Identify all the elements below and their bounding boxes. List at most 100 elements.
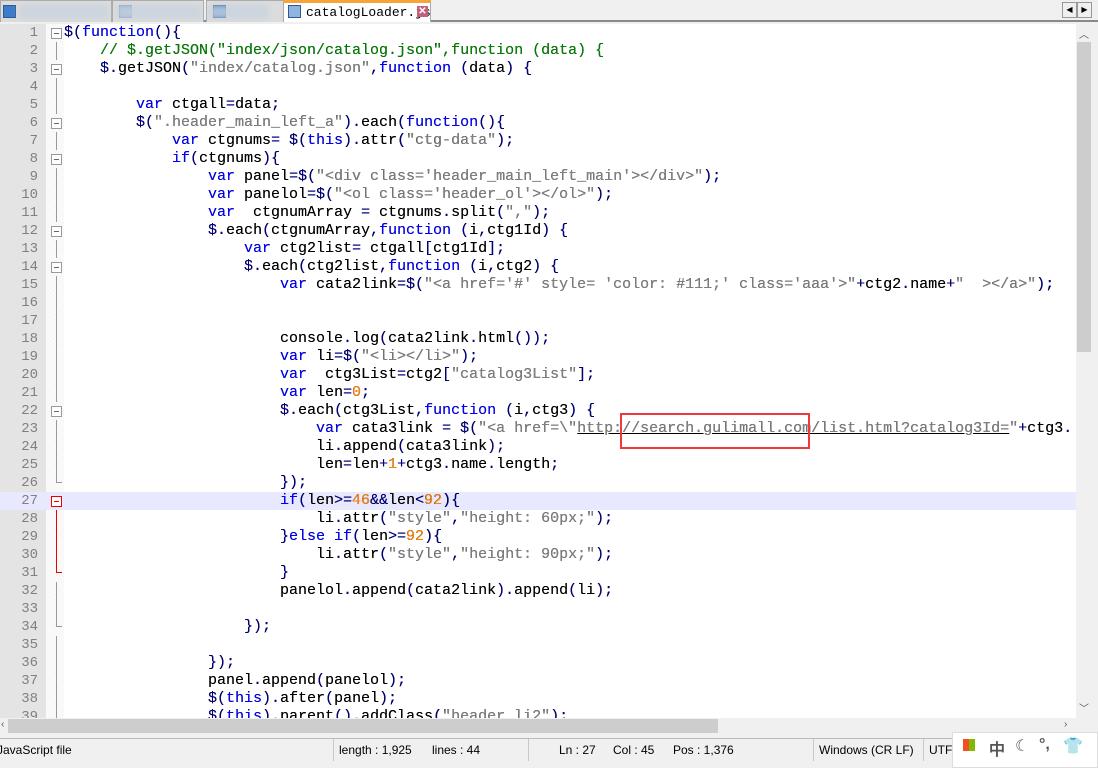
line-number: 25	[21, 457, 38, 473]
punctuation-icon[interactable]: °,	[1039, 736, 1050, 754]
fold-toggle-icon[interactable]	[51, 226, 62, 237]
tab-scroll-left-button[interactable]: ◀	[1062, 2, 1077, 18]
code-text: $(".header_main_left_a").each(function()…	[64, 114, 506, 131]
code-line[interactable]: 16	[0, 294, 1076, 312]
code-text: var ctgnumArray = ctgnums.split(",");	[64, 204, 551, 221]
line-number: 21	[21, 385, 38, 401]
line-number: 9	[29, 169, 38, 185]
code-line[interactable]: 3 $.getJSON("index/catalog.json",functio…	[0, 60, 1076, 78]
code-text: });	[64, 654, 236, 671]
line-number: 2	[29, 43, 38, 59]
line-number: 13	[21, 241, 38, 257]
code-text: var panel=$("<div class='header_main_lef…	[64, 168, 722, 185]
horizontal-scroll-thumb[interactable]	[8, 719, 718, 733]
fold-toggle-icon[interactable]	[51, 496, 62, 507]
line-number: 34	[21, 619, 38, 635]
code-line[interactable]: 23 var cata3link = $("<a href=\"http://s…	[0, 420, 1076, 438]
code-line[interactable]: 17	[0, 312, 1076, 330]
chinese-input-icon[interactable]: 中	[989, 736, 1005, 760]
scroll-left-icon[interactable]: ‹	[1, 719, 4, 730]
code-line[interactable]: 39 $(this).parent().addClass("header_li2…	[0, 708, 1076, 718]
code-line[interactable]: 27 if(len>=46&&len<92){ if(len>=46&&len<…	[0, 492, 1076, 510]
code-line[interactable]: 14 $.each(ctg2list,function (i,ctg2) { $…	[0, 258, 1076, 276]
code-line[interactable]: 4	[0, 78, 1076, 96]
scroll-right-icon[interactable]: ›	[1064, 719, 1067, 730]
code-line[interactable]: 29 }else if(len>=92){ }else if(len>=92){	[0, 528, 1076, 546]
code-line[interactable]: 12 $.each(ctgnumArray,function (i,ctg1Id…	[0, 222, 1076, 240]
code-text: $.each(ctg2list,function (i,ctg2) {	[64, 258, 560, 275]
code-line[interactable]: 10 var panelol=$("<ol class='header_ol'>…	[0, 186, 1076, 204]
code-line[interactable]: 15 var cata2link=$("<a href='#' style= '…	[0, 276, 1076, 294]
code-text: }else if(len>=92){	[64, 528, 443, 545]
tab-blurred[interactable]	[0, 0, 112, 22]
line-number: 19	[21, 349, 38, 365]
code-text: li.attr("style","height: 60px;");	[64, 510, 614, 527]
code-line[interactable]: 18 console.log(cata2link.html()); consol…	[0, 330, 1076, 348]
line-number: 28	[21, 511, 38, 527]
line-number: 37	[21, 673, 38, 689]
code-editor[interactable]: 1 $(function(){$(function(){2 // $.getJSO…	[0, 24, 1076, 718]
horizontal-scrollbar[interactable]: ‹ ›	[0, 718, 1076, 734]
code-line[interactable]: 26 }); });	[0, 474, 1076, 492]
code-line[interactable]: 21 var len=0; var len=0;	[0, 384, 1076, 402]
shirt-icon[interactable]: 👕	[1063, 736, 1083, 756]
scroll-down-icon[interactable]: ﹀	[1079, 700, 1089, 715]
code-text: var ctgnums= $(this).attr("ctg-data");	[64, 132, 515, 149]
code-line[interactable]: 7 var ctgnums= $(this).attr("ctg-data");…	[0, 132, 1076, 150]
code-line[interactable]: 35	[0, 636, 1076, 654]
code-line[interactable]: 36 }); });	[0, 654, 1076, 672]
code-line[interactable]: 9 var panel=$("<div class='header_main_l…	[0, 168, 1076, 186]
code-text: var ctg2list= ctgall[ctg1Id];	[64, 240, 506, 257]
code-line[interactable]: 22 $.each(ctg3List,function (i,ctg3) { $…	[0, 402, 1076, 420]
tab-blurred[interactable]	[112, 0, 204, 22]
fold-toggle-icon[interactable]	[51, 28, 62, 39]
fold-toggle-icon[interactable]	[51, 262, 62, 273]
moon-icon[interactable]: ☾	[1015, 736, 1029, 756]
code-line[interactable]: 38 $(this).after(panel); $(this).after(p…	[0, 690, 1076, 708]
line-number: 36	[21, 655, 38, 671]
fold-toggle-icon[interactable]	[51, 154, 62, 165]
code-text: var ctgall=data;	[64, 96, 281, 113]
code-text: li.attr("style","height: 90px;");	[64, 546, 614, 563]
code-line[interactable]: 11 var ctgnumArray = ctgnums.split(",");…	[0, 204, 1076, 222]
code-line[interactable]: 13 var ctg2list= ctgall[ctg1Id]; var ctg…	[0, 240, 1076, 258]
vertical-scrollbar[interactable]: ︿ ﹀	[1076, 24, 1092, 718]
code-line[interactable]: 8 if(ctgnums){ if(ctgnums){	[0, 150, 1076, 168]
code-text: });	[64, 618, 272, 635]
code-line[interactable]: 34 }); });	[0, 618, 1076, 636]
code-line[interactable]: 31 } }	[0, 564, 1076, 582]
fold-toggle-icon[interactable]	[51, 118, 62, 129]
code-line[interactable]: 30 li.attr("style","height: 90px;"); li.…	[0, 546, 1076, 564]
fold-end-marker	[56, 618, 62, 627]
line-number: 16	[21, 295, 38, 311]
code-line[interactable]: 28 li.attr("style","height: 60px;"); li.…	[0, 510, 1076, 528]
fold-toggle-icon[interactable]	[51, 406, 62, 417]
code-line[interactable]: 1 $(function(){$(function(){	[0, 24, 1076, 42]
line-number: 35	[21, 637, 38, 653]
code-line[interactable]: 32 panelol.append(cata2link).append(li);…	[0, 582, 1076, 600]
code-line[interactable]: 5 var ctgall=data; var ctgall=data;	[0, 96, 1076, 114]
code-text: panel.append(panelol);	[64, 672, 407, 689]
vertical-scroll-thumb[interactable]	[1077, 42, 1091, 352]
code-line[interactable]: 2 // $.getJSON("index/json/catalog.json"…	[0, 42, 1076, 60]
line-number: 27	[21, 493, 38, 509]
fold-toggle-icon[interactable]	[51, 64, 62, 75]
encoding[interactable]: UTF	[929, 743, 952, 757]
tab-catalogloader[interactable]: catalogLoader.js ✕	[283, 0, 431, 22]
code-text: var ctg3List=ctg2["catalog3List"];	[64, 366, 596, 383]
tab-scroll-right-button[interactable]: ▶	[1077, 2, 1092, 18]
code-line[interactable]: 25 len=len+1+ctg3.name.length; len=len+1…	[0, 456, 1076, 474]
code-line[interactable]: 20 var ctg3List=ctg2["catalog3List"]; va…	[0, 366, 1076, 384]
eol-format[interactable]: Windows (CR LF)	[819, 743, 914, 757]
windows-logo-icon[interactable]	[963, 739, 975, 751]
code-line[interactable]: 6 $(".header_main_left_a").each(function…	[0, 114, 1076, 132]
code-line[interactable]: 37 panel.append(panelol); panel.append(p…	[0, 672, 1076, 690]
code-text: var cata3link = $("<a href=\"http://sear…	[64, 420, 1073, 437]
code-line[interactable]: 24 li.append(cata3link); li.append(cata3…	[0, 438, 1076, 456]
scroll-up-icon[interactable]: ︿	[1079, 26, 1089, 41]
code-line[interactable]: 33	[0, 600, 1076, 618]
cursor-pos: Pos : 1,376	[673, 743, 734, 757]
line-number: 32	[21, 583, 38, 599]
code-line[interactable]: 19 var li=$("<li></li>"); var li=$("<li>…	[0, 348, 1076, 366]
close-icon[interactable]: ✕	[417, 6, 428, 17]
